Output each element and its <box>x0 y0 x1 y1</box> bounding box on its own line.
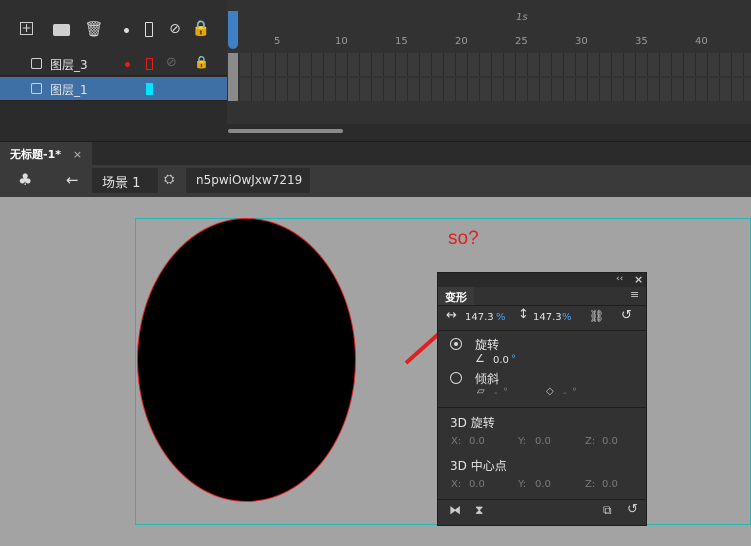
divider <box>438 305 646 306</box>
panel-header[interactable]: ‹‹ × <box>438 273 646 287</box>
angle-icon: ∠ <box>475 352 485 365</box>
y-label: Y: <box>518 479 527 490</box>
skew-vertical-value[interactable]: - <box>563 388 567 399</box>
flip-vertical-icon[interactable]: ⧗ <box>475 503 483 518</box>
scene-label: 场景 1 <box>102 176 141 191</box>
layer-icon <box>31 58 42 69</box>
folder-icon[interactable] <box>53 24 70 36</box>
menu-icon[interactable]: ≡ <box>630 288 639 301</box>
tab-title: 无标题-1* <box>10 148 61 161</box>
dot-icon[interactable] <box>125 62 130 67</box>
reset-icon[interactable]: ↺ <box>621 308 632 323</box>
lock-icon[interactable]: 🔒 <box>191 19 211 37</box>
center-3d-z[interactable]: 0.0 <box>602 479 618 490</box>
frame-strip[interactable] <box>240 78 751 101</box>
skew-radio[interactable] <box>450 372 462 384</box>
rotate-radio[interactable] <box>450 338 462 350</box>
panel-title[interactable]: 变形 <box>438 287 474 305</box>
rotate-3d-z[interactable]: 0.0 <box>602 436 618 447</box>
club-icon[interactable]: ♣ <box>18 170 32 189</box>
horizontal-scale-icon: ↔ <box>446 308 457 323</box>
constrain-link-icon[interactable]: ⛓ <box>589 309 604 323</box>
layer-toolbar: + 🗑 ⊘ 🔒 <box>0 0 227 52</box>
percent-unit: % <box>562 312 572 323</box>
degree-unit: ° <box>511 354 516 365</box>
skew-label: 倾斜 <box>475 372 500 386</box>
z-label: Z: <box>585 436 596 447</box>
y-label: Y: <box>518 436 527 447</box>
lock-icon[interactable]: 🔒 <box>194 55 209 69</box>
layer-row[interactable]: 图层_3 ⊘ 🔒 <box>0 52 227 76</box>
frame-strip[interactable] <box>240 53 751 76</box>
skew-horizontal-icon: ▱ <box>477 386 485 397</box>
eye-hidden-icon[interactable]: ⊘ <box>165 20 185 38</box>
second-marker: 1s <box>516 12 528 23</box>
keyframe-column[interactable] <box>228 53 238 101</box>
rotate-label: 旋转 <box>475 338 500 352</box>
back-arrow-icon[interactable]: ← <box>66 171 79 189</box>
width-percent[interactable]: 147.3 <box>465 312 494 323</box>
add-layer-icon[interactable]: + <box>20 22 33 35</box>
degree-unit: ° <box>503 387 508 398</box>
skew-horizontal-value[interactable]: - <box>494 388 498 399</box>
symbol-label: n5pwiOwJxw7219 <box>196 173 303 187</box>
reset-transform-icon[interactable]: ↺ <box>627 502 638 517</box>
edit-bar: ♣ ← 场景 1 ⛭ n5pwiOwJxw7219 <box>0 165 751 197</box>
trash-icon[interactable]: 🗑 <box>84 20 104 38</box>
rotate-3d-x[interactable]: 0.0 <box>469 436 485 447</box>
flip-horizontal-icon[interactable]: ⧓ <box>449 503 461 517</box>
tick-label: 10 <box>335 36 348 47</box>
eye-hidden-icon[interactable]: ⊘ <box>166 55 177 70</box>
layer-name: 图层_3 <box>50 58 88 72</box>
outline-color-icon[interactable] <box>146 83 153 95</box>
tick-label: 20 <box>455 36 468 47</box>
layer-row-selected[interactable]: 图层_1 <box>0 77 227 101</box>
layer-icon <box>31 83 42 94</box>
symbol-crumb[interactable]: n5pwiOwJxw7219 <box>186 168 310 193</box>
x-label: X: <box>451 479 462 490</box>
percent-unit: % <box>496 312 506 323</box>
center-3d-label: 3D 中心点 <box>450 459 507 473</box>
tick-label: 30 <box>575 36 588 47</box>
outline-icon[interactable] <box>146 58 153 70</box>
vertical-scale-icon: ↕ <box>518 307 529 322</box>
tick-label: 40 <box>695 36 708 47</box>
collapse-icon[interactable]: ‹‹ <box>616 274 623 284</box>
center-3d-x[interactable]: 0.0 <box>469 479 485 490</box>
playhead[interactable] <box>228 11 238 49</box>
close-icon[interactable]: × <box>634 273 643 286</box>
timeline-ruler[interactable]: 1s 5 10 15 20 25 30 35 40 <box>227 10 751 50</box>
transform-panel: ‹‹ × 变形 ≡ ↔ 147.3 % ↕ 147.3 % ⛓ ↺ 旋转 ∠ 0… <box>437 272 647 526</box>
height-percent[interactable]: 147.3 <box>533 312 562 323</box>
x-label: X: <box>451 436 462 447</box>
tick-label: 35 <box>635 36 648 47</box>
outline-icon[interactable] <box>145 22 153 37</box>
degree-unit: ° <box>572 387 577 398</box>
black-ellipse-shape[interactable] <box>137 218 356 502</box>
timeline-panel: + 🗑 ⊘ 🔒 图层_3 ⊘ 🔒 图层_1 1s 5 10 15 20 25 3… <box>0 0 751 141</box>
skew-vertical-icon: ◇ <box>546 386 554 397</box>
tick-label: 15 <box>395 36 408 47</box>
tick-label: 25 <box>515 36 528 47</box>
rotate-3d-y[interactable]: 0.0 <box>535 436 551 447</box>
z-label: Z: <box>585 479 596 490</box>
document-tabbar: 无标题-1* × <box>0 141 751 166</box>
close-icon[interactable]: × <box>73 148 82 161</box>
annotation-text: so? <box>448 228 479 249</box>
dot-icon[interactable] <box>124 28 129 33</box>
center-3d-y[interactable]: 0.0 <box>535 479 551 490</box>
duplicate-transform-icon[interactable]: ⧉ <box>603 503 612 518</box>
rotate-value[interactable]: 0.0 <box>493 355 509 366</box>
divider <box>438 499 646 500</box>
layer-name: 图层_1 <box>50 83 88 97</box>
scene-crumb[interactable]: 场景 1 <box>92 168 158 193</box>
divider <box>438 330 646 331</box>
timeline-scrollbar[interactable] <box>228 129 343 133</box>
divider <box>438 407 646 408</box>
symbol-icon: ⛭ <box>164 172 175 187</box>
tick-label: 5 <box>274 36 281 47</box>
document-tab[interactable]: 无标题-1* × <box>0 142 93 166</box>
rotate-3d-label: 3D 旋转 <box>450 416 495 430</box>
